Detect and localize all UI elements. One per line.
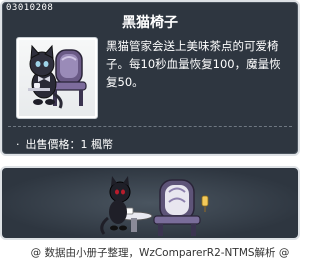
chair-preview-icon — [100, 176, 209, 236]
item-description: 黑猫管家会送上美味茶点的可爱椅子。每10秒血量恢复100，魔量恢复50。 — [106, 39, 281, 89]
divider — [8, 126, 292, 127]
footer-credit: @ 数据由小册子整理，WzComparerR2-NTMS解析 @ — [30, 247, 290, 259]
sell-price: · 出售價格：1 楓幣 — [16, 136, 113, 152]
item-icon-frame — [16, 37, 98, 119]
sell-price-text: 出售價格：1 楓幣 — [25, 138, 114, 151]
item-tooltip: 03010208 黑猫椅子 黑猫管家会送上美味茶点的可爱椅子。每10秒血量恢复1… — [0, 0, 300, 156]
item-preview-panel — [0, 166, 300, 240]
chair-icon — [28, 44, 87, 109]
item-name: 黑猫椅子 — [122, 15, 178, 31]
bullet-icon: · — [16, 138, 20, 151]
